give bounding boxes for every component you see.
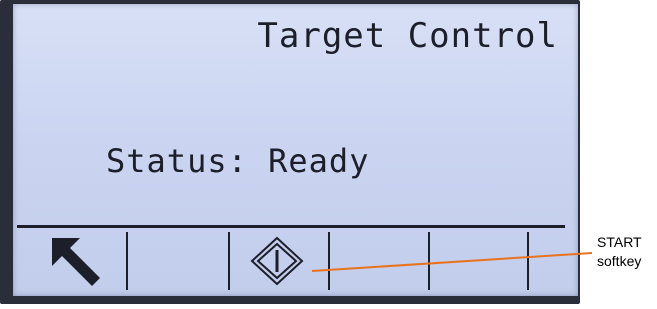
screen-title: Target Control (257, 16, 558, 56)
status-message: Status: Ready (106, 142, 370, 180)
softkey-6[interactable] (529, 228, 565, 288)
callout-label-start: START (597, 234, 642, 250)
softkey-4[interactable] (330, 228, 428, 288)
softkey-2[interactable] (128, 228, 228, 288)
home-arrow-icon (50, 236, 102, 288)
callout-label-softkey: softkey (597, 253, 642, 269)
start-diamond-icon (250, 236, 304, 286)
softkey-5[interactable] (430, 228, 527, 288)
softkey-start[interactable] (230, 228, 328, 288)
softkey-home[interactable] (30, 228, 126, 288)
